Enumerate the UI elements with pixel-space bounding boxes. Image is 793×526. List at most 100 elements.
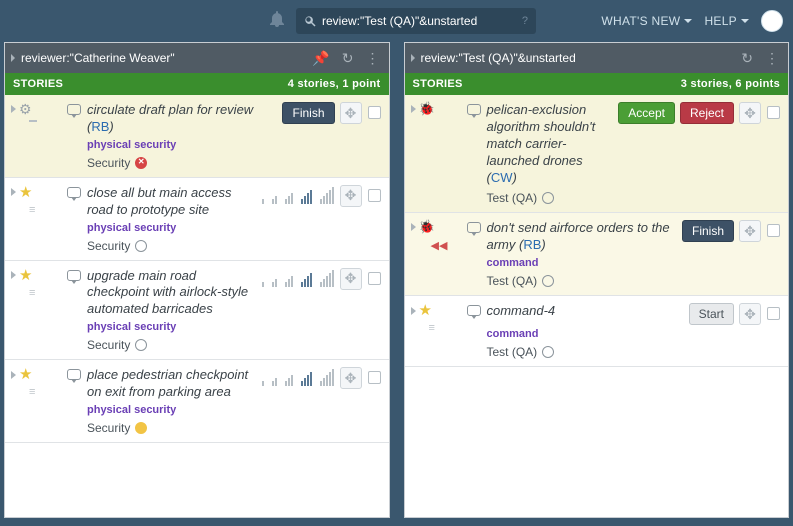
divider <box>29 120 37 122</box>
panel-menu-icon[interactable]: ⋮ <box>762 50 782 67</box>
review-state-icon[interactable] <box>135 157 147 169</box>
owner-initials[interactable]: CW <box>491 170 513 185</box>
story-title[interactable]: pelican-exclusion algorithm shouldn't ma… <box>487 102 613 186</box>
review-state-icon[interactable] <box>135 339 147 351</box>
review-label-row: Security <box>87 239 381 253</box>
story-row[interactable]: ★≡place pedestrian checkpoint on exit fr… <box>5 360 389 443</box>
review-label[interactable]: Security <box>87 421 130 435</box>
review-state-icon[interactable] <box>135 422 147 434</box>
avatar[interactable] <box>761 10 783 32</box>
drag-handle[interactable]: ✥ <box>340 268 362 290</box>
lines-icon: ≡ <box>429 322 461 334</box>
owner-initials[interactable]: RB <box>91 119 109 134</box>
drag-handle[interactable]: ✥ <box>340 102 362 124</box>
story-row[interactable]: ★≡upgrade main road checkpoint with airl… <box>5 261 389 361</box>
comment-icon[interactable] <box>67 187 81 198</box>
story-row[interactable]: ⚙ circulate draft plan for review (RB) Fin… <box>5 95 389 178</box>
expand-icon[interactable] <box>411 223 416 231</box>
select-checkbox[interactable] <box>368 371 381 384</box>
epic-label[interactable]: command <box>487 328 781 340</box>
finish-button[interactable]: Finish <box>682 220 734 242</box>
epic-label[interactable]: physical security <box>87 222 381 234</box>
review-label[interactable]: Test (QA) <box>487 191 538 205</box>
search-input[interactable] <box>322 14 518 28</box>
story-list: 🐞pelican-exclusion algorithm shouldn't m… <box>405 95 789 517</box>
expand-icon[interactable] <box>11 371 16 379</box>
review-label[interactable]: Test (QA) <box>487 345 538 359</box>
comment-icon[interactable] <box>467 305 481 316</box>
select-checkbox[interactable] <box>368 189 381 202</box>
select-checkbox[interactable] <box>767 106 780 119</box>
review-label-row: Security <box>87 338 381 352</box>
menu-whats-new[interactable]: WHAT'S NEW <box>601 14 692 28</box>
story-row[interactable]: 🐞pelican-exclusion algorithm shouldn't m… <box>405 95 789 213</box>
point-estimate-bars[interactable] <box>262 270 334 287</box>
review-state-icon[interactable] <box>542 192 554 204</box>
drag-handle[interactable]: ✥ <box>739 102 761 124</box>
drag-handle[interactable]: ✥ <box>340 185 362 207</box>
story-gutter: ★≡ <box>411 303 461 359</box>
select-checkbox[interactable] <box>767 224 780 237</box>
review-label[interactable]: Test (QA) <box>487 274 538 288</box>
gear-icon: ⚙ <box>19 102 32 116</box>
story-title[interactable]: place pedestrian checkpoint on exit from… <box>87 367 256 401</box>
point-estimate-bars[interactable] <box>262 369 334 386</box>
review-label[interactable]: Security <box>87 156 130 170</box>
drag-handle[interactable]: ✥ <box>340 367 362 389</box>
expand-icon[interactable] <box>11 271 16 279</box>
story-title[interactable]: command-4 <box>487 303 683 320</box>
epic-label[interactable]: command <box>487 257 781 269</box>
search-icon <box>304 15 316 27</box>
pin-icon[interactable]: 📌 <box>309 50 332 67</box>
story-title[interactable]: upgrade main road checkpoint with airloc… <box>87 268 256 319</box>
expand-icon[interactable] <box>411 105 416 113</box>
review-label-row: Security <box>87 421 381 435</box>
story-title[interactable]: don't send airforce orders to the army (… <box>487 220 676 254</box>
panel-menu-icon[interactable]: ⋮ <box>363 50 383 67</box>
drag-handle[interactable]: ✥ <box>739 220 761 242</box>
story-title[interactable]: circulate draft plan for review (RB) <box>87 102 276 136</box>
select-checkbox[interactable] <box>368 272 381 285</box>
collapse-icon[interactable] <box>11 54 15 62</box>
refresh-icon[interactable]: ↻ <box>339 50 357 67</box>
panel-header: review:"Test (QA)"&unstarted↻⋮ <box>405 43 789 73</box>
review-state-icon[interactable] <box>542 346 554 358</box>
stories-summary: 4 stories, 1 point <box>288 78 381 90</box>
story-row[interactable]: 🐞◀◀don't send airforce orders to the arm… <box>405 213 789 296</box>
finish-button[interactable]: Finish <box>282 102 334 124</box>
global-search[interactable]: ? <box>296 8 536 34</box>
owner-initials[interactable]: RB <box>523 237 541 252</box>
collapse-icon[interactable] <box>411 54 415 62</box>
review-state-icon[interactable] <box>135 240 147 252</box>
epic-label[interactable]: physical security <box>87 321 381 333</box>
comment-icon[interactable] <box>67 369 81 380</box>
expand-icon[interactable] <box>11 105 16 113</box>
epic-label[interactable]: physical security <box>87 404 381 416</box>
comment-icon[interactable] <box>67 270 81 281</box>
point-estimate-bars[interactable] <box>262 187 334 204</box>
story-content: circulate draft plan for review (RB) Fini… <box>87 102 381 170</box>
story-row[interactable]: ★≡ command-4 Start✥ command Test (QA) <box>405 296 789 367</box>
start-button[interactable]: Start <box>689 303 734 325</box>
select-checkbox[interactable] <box>368 106 381 119</box>
comment-icon[interactable] <box>467 104 481 115</box>
refresh-icon[interactable]: ↻ <box>738 50 756 67</box>
review-label[interactable]: Security <box>87 338 130 352</box>
epic-label[interactable]: physical security <box>87 139 381 151</box>
story-title[interactable]: close all but main access road to protot… <box>87 185 256 219</box>
accept-button[interactable]: Accept <box>618 102 675 124</box>
drag-handle[interactable]: ✥ <box>739 303 761 325</box>
story-row[interactable]: ★≡close all but main access road to prot… <box>5 178 389 261</box>
search-help-icon[interactable]: ? <box>518 15 528 27</box>
comment-icon[interactable] <box>67 104 81 115</box>
select-checkbox[interactable] <box>767 307 780 320</box>
review-state-icon[interactable] <box>542 275 554 287</box>
review-label[interactable]: Security <box>87 239 130 253</box>
notifications-icon[interactable] <box>270 11 284 32</box>
story-list: ⚙ circulate draft plan for review (RB) Fin… <box>5 95 389 517</box>
reject-button[interactable]: Reject <box>680 102 734 124</box>
comment-icon[interactable] <box>467 222 481 233</box>
expand-icon[interactable] <box>11 188 16 196</box>
menu-help[interactable]: HELP <box>704 14 749 28</box>
expand-icon[interactable] <box>411 307 416 315</box>
